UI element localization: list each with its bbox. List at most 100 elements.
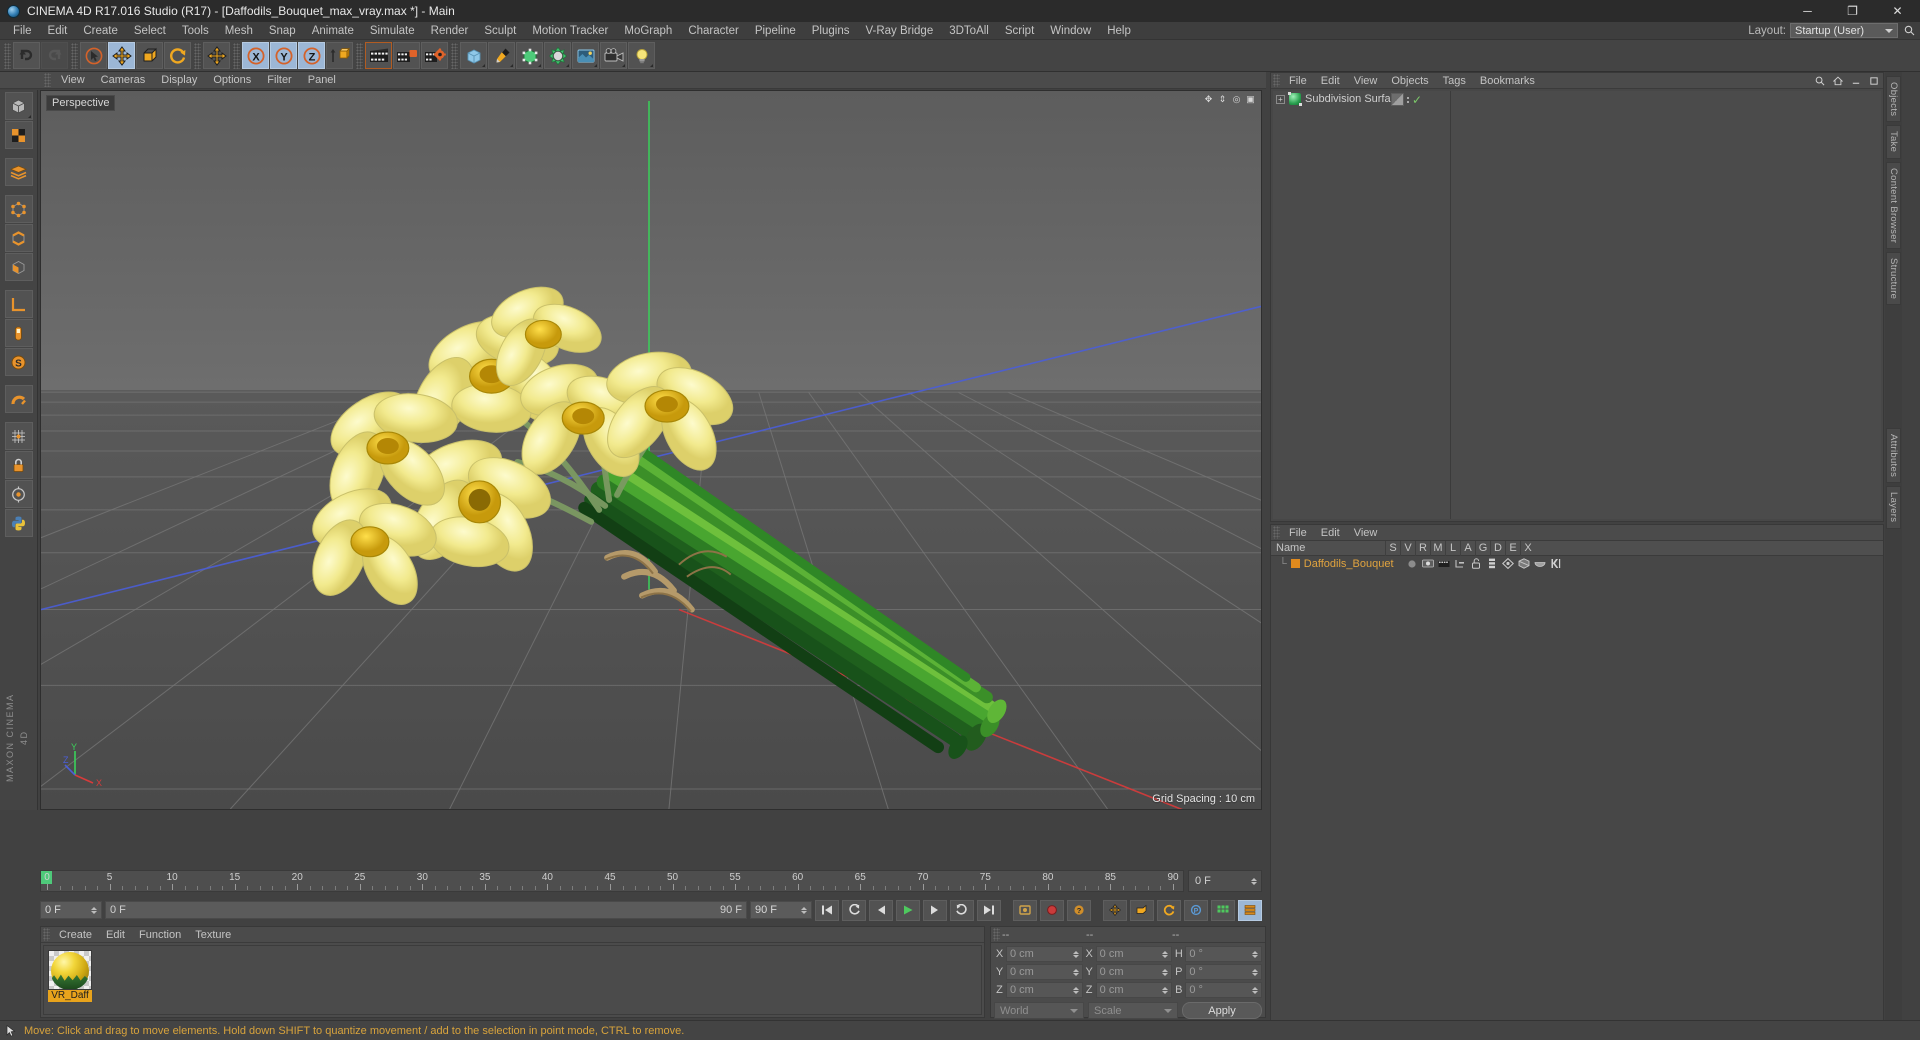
viewport-menu-grip[interactable] <box>44 73 51 87</box>
column-s[interactable]: S <box>1385 540 1400 556</box>
menu-3dtoall[interactable]: 3DToAll <box>941 22 997 40</box>
layer-icon[interactable] <box>1486 558 1498 569</box>
object-menu-view[interactable]: View <box>1347 73 1385 89</box>
polygon-mode-tool[interactable] <box>4 253 33 281</box>
close-button[interactable]: ✕ <box>1875 0 1920 22</box>
attribute-menu-edit[interactable]: Edit <box>1314 525 1347 541</box>
toolbar-grip-4[interactable] <box>233 42 240 69</box>
x-axis-lock[interactable]: X <box>242 42 269 69</box>
material-menu-function[interactable]: Function <box>132 927 188 943</box>
dock-tab-structure[interactable]: Structure <box>1886 251 1901 306</box>
pla-key-toggle[interactable] <box>1211 899 1235 921</box>
scale-tool[interactable] <box>136 42 163 69</box>
render-settings-button[interactable] <box>421 42 448 69</box>
lock-icon[interactable] <box>4 451 33 479</box>
column-d[interactable]: D <box>1490 540 1505 556</box>
material-menu-texture[interactable]: Texture <box>188 927 238 943</box>
toolbar-grip-5[interactable] <box>356 42 363 69</box>
pos-z-field[interactable]: 0 cm <box>1006 982 1083 998</box>
size-z-stepper[interactable] <box>1162 986 1169 994</box>
keyframe-mode-button[interactable] <box>1238 899 1262 921</box>
live-selection-tool[interactable] <box>80 42 107 69</box>
search-icon[interactable] <box>1813 74 1827 88</box>
coordinate-manager-grip[interactable] <box>993 928 1000 941</box>
column-l[interactable]: L <box>1445 540 1460 556</box>
orbit-icon[interactable]: ◎ <box>1231 94 1242 105</box>
redo-button[interactable] <box>41 42 68 69</box>
minimize-button[interactable]: ─ <box>1785 0 1830 22</box>
rotation-key-toggle[interactable] <box>1157 899 1181 921</box>
menu-animate[interactable]: Animate <box>304 22 362 40</box>
next-key-button[interactable] <box>950 899 974 921</box>
z-axis-lock[interactable]: Z <box>298 42 325 69</box>
preview-end-field[interactable]: 90 F <box>750 901 812 919</box>
coordinate-system-dropdown[interactable]: World <box>994 1002 1084 1019</box>
object-menu-tags[interactable]: Tags <box>1436 73 1473 89</box>
size-x-field[interactable]: 0 cm <box>1095 946 1173 962</box>
object-tree[interactable]: + Subdivision Surface ✓ <box>1273 91 1451 519</box>
enabled-check-icon[interactable]: ✓ <box>1412 94 1422 106</box>
go-to-end-button[interactable] <box>977 899 1001 921</box>
maximize-view-icon[interactable]: ▣ <box>1245 94 1256 105</box>
deformer-icon[interactable] <box>1518 558 1530 569</box>
attribute-manager-grip[interactable] <box>1273 526 1280 539</box>
axis-modify-tool[interactable] <box>4 319 33 347</box>
attribute-menu-view[interactable]: View <box>1347 525 1385 541</box>
expand-icon[interactable]: + <box>1276 94 1285 104</box>
column-m[interactable]: M <box>1430 540 1445 556</box>
menu-window[interactable]: Window <box>1042 22 1099 40</box>
scale-key-toggle[interactable] <box>1130 899 1154 921</box>
size-y-stepper[interactable] <box>1162 968 1169 976</box>
viewport-menu-options[interactable]: Options <box>205 72 259 89</box>
dock-tab-layers[interactable]: Layers <box>1886 486 1901 529</box>
model-mode-tool[interactable] <box>4 92 33 120</box>
menu-snap[interactable]: Snap <box>261 22 304 40</box>
menu-vray-bridge[interactable]: V-Ray Bridge <box>857 22 941 40</box>
apply-button[interactable]: Apply <box>1182 1002 1262 1019</box>
size-y-field[interactable]: 0 cm <box>1095 964 1173 980</box>
size-z-field[interactable]: 0 cm <box>1095 982 1173 998</box>
pos-y-stepper[interactable] <box>1072 968 1079 976</box>
attribute-menu-file[interactable]: File <box>1282 525 1314 541</box>
menu-motion-tracker[interactable]: Motion Tracker <box>524 22 616 40</box>
workplane-tool[interactable] <box>4 290 33 318</box>
y-axis-lock[interactable]: Y <box>270 42 297 69</box>
enable-axis-tool[interactable]: S <box>4 348 33 376</box>
pos-z-stepper[interactable] <box>1072 986 1079 994</box>
timeline-ruler[interactable]: 0 5 10 15 20 25 30 35 40 45 50 55 60 65 70 75 80 85 90 <box>40 870 1184 892</box>
home-icon[interactable] <box>1831 74 1845 88</box>
column-x[interactable]: X <box>1520 540 1535 556</box>
frame-stepper[interactable] <box>1251 877 1257 885</box>
object-row-subdivision-surface[interactable]: + Subdivision Surface <box>1273 91 1450 107</box>
column-g[interactable]: G <box>1475 540 1490 556</box>
menu-create[interactable]: Create <box>75 22 126 40</box>
menu-render[interactable]: Render <box>423 22 477 40</box>
dock-tab-take[interactable]: Take <box>1886 125 1901 159</box>
object-menu-file[interactable]: File <box>1282 73 1314 89</box>
current-frame-field[interactable]: 0 F <box>40 901 102 919</box>
material-manager-grip[interactable] <box>43 928 50 941</box>
search-icon[interactable] <box>1902 24 1916 38</box>
material-tag-icon[interactable] <box>1391 93 1404 106</box>
render-view-button[interactable] <box>365 42 392 69</box>
rot-p-stepper[interactable] <box>1251 968 1258 976</box>
dolly-icon[interactable]: ⇕ <box>1217 94 1228 105</box>
rot-h-field[interactable]: 0 ° <box>1185 946 1262 962</box>
play-button[interactable] <box>896 899 920 921</box>
size-x-stepper[interactable] <box>1162 950 1169 958</box>
layer-color-swatch[interactable] <box>1290 559 1300 568</box>
pos-x-field[interactable]: 0 cm <box>1006 946 1083 962</box>
current-frame-stepper[interactable] <box>91 906 97 914</box>
viewport-menu-cameras[interactable]: Cameras <box>93 72 154 89</box>
viewport-menu-view[interactable]: View <box>53 72 93 89</box>
column-v[interactable]: V <box>1400 540 1415 556</box>
menu-sculpt[interactable]: Sculpt <box>476 22 524 40</box>
menu-file[interactable]: File <box>5 22 40 40</box>
menu-character[interactable]: Character <box>680 22 747 40</box>
move-cursor-tool[interactable] <box>203 42 230 69</box>
object-manager-grip[interactable] <box>1273 74 1280 87</box>
python-icon[interactable] <box>4 509 33 537</box>
viewport-menu-panel[interactable]: Panel <box>300 72 344 89</box>
pos-x-stepper[interactable] <box>1072 950 1079 958</box>
menu-plugins[interactable]: Plugins <box>804 22 858 40</box>
